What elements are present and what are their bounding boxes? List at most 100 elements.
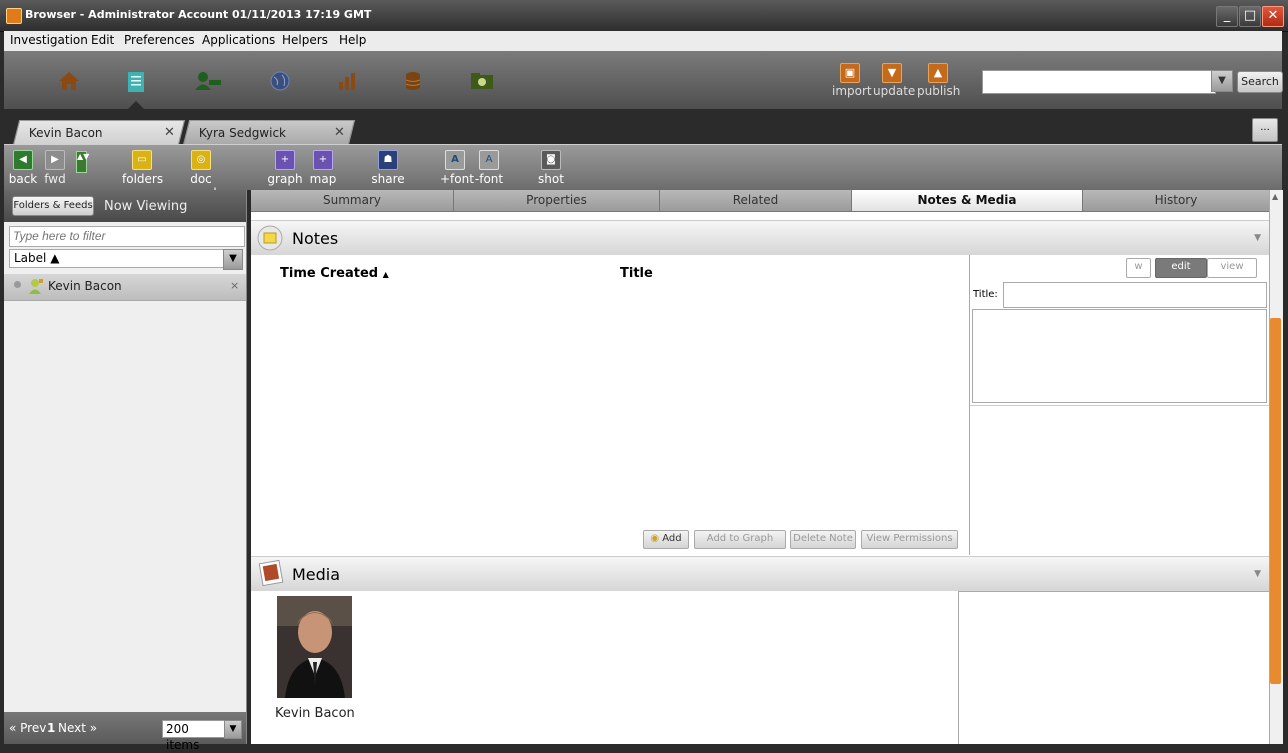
map-label: map [309,172,337,186]
database-icon[interactable] [402,71,424,91]
media-section-header[interactable]: Media ▼ [251,556,1269,592]
list-item-label: Kevin Bacon [48,279,122,293]
page-size-dropdown-icon[interactable]: ▼ [224,720,242,739]
publish-icon: ▲ [928,63,948,83]
w-button[interactable]: w [1126,258,1151,278]
sort-select[interactable]: Label ▲ [9,249,228,268]
increase-font-button[interactable]: A +font [440,148,474,186]
maximize-button[interactable]: □ [1239,6,1261,27]
page-size-select[interactable]: 200 items [162,720,227,752]
globe-icon[interactable] [269,71,291,91]
folders-feeds-button[interactable]: Folders & Feeds [12,196,94,216]
back-arrow-icon: ◀ [13,150,33,170]
camera-icon: ◙ [541,150,561,170]
media-caption: Kevin Bacon [275,706,355,721]
media-gallery: Kevin Bacon [251,591,959,744]
search-icon: ◎ [191,150,211,170]
tab-summary[interactable]: Summary [251,190,454,211]
tab-label: Kyra Sedgwick [198,126,287,140]
update-icon: ▼ [882,63,902,83]
tab-overflow-button[interactable]: ... [1252,118,1278,142]
graph-button[interactable]: + graph [267,148,303,186]
notes-section-header[interactable]: Notes ▼ [251,220,1269,256]
delete-note-button[interactable]: Delete Note [790,530,856,549]
media-thumbnail[interactable] [277,596,352,698]
time-created-header[interactable]: Time Created ▲ [280,266,389,281]
title-bar: Browser - Administrator Account 01/11/20… [0,0,1288,32]
list-item[interactable]: Kevin Bacon × [4,274,246,301]
view-permissions-button[interactable]: View Permissions [861,530,958,549]
remove-item-icon[interactable]: × [230,279,239,292]
close-tab-icon[interactable]: ✕ [164,125,175,140]
publish-button[interactable]: ▲ publish [917,63,960,98]
menu-applications[interactable]: Applications [202,33,275,47]
tab-related[interactable]: Related [660,190,852,211]
folders-label: folders [122,172,164,186]
forward-button[interactable]: ▶ fwd [42,148,68,186]
next-page-link[interactable]: Next » [58,721,97,735]
share-button[interactable]: ☗ share [368,148,408,186]
prev-page-link[interactable]: « Prev [9,721,46,735]
minimize-button[interactable]: _ [1216,6,1238,27]
note-title-input[interactable] [1003,282,1267,308]
close-tab-icon[interactable]: ✕ [334,125,345,140]
left-panel: Folders & Feeds Now Viewing Label ▲ ▼ Ke… [4,190,247,752]
update-button[interactable]: ▼ update [873,63,915,98]
tab-history[interactable]: History [1083,190,1270,211]
search-button[interactable]: Search [1237,71,1283,93]
view-mode-button[interactable]: view [1207,258,1257,278]
search-dropdown[interactable]: ▼ [1211,70,1233,92]
screenshot-button[interactable]: ◙ shot [535,148,567,186]
app-icon [6,8,22,24]
back-button[interactable]: ◀ back [8,148,38,186]
graph-label: graph [267,172,303,186]
tab-properties[interactable]: Properties [454,190,660,211]
scroll-up-icon[interactable]: ▲ [1272,192,1278,201]
tab-notes-media[interactable]: Notes & Media [852,190,1083,211]
info-folder-icon[interactable] [469,71,495,91]
collapse-notes-icon[interactable]: ▼ [1254,233,1261,243]
note-body-textarea[interactable] [972,309,1267,403]
menu-edit[interactable]: Edit [91,33,114,47]
menu-investigation[interactable]: Investigation [10,33,88,47]
menu-help[interactable]: Help [339,33,366,47]
scrollbar-thumb[interactable] [1270,318,1281,684]
document-icon[interactable] [125,71,147,109]
filter-input[interactable] [9,226,245,247]
add-icon: ◉ [650,533,660,544]
person-icon[interactable] [194,71,222,91]
status-dot-icon [14,281,21,288]
search-input[interactable] [982,70,1216,94]
add-note-button[interactable]: ◉ Add [643,530,689,549]
document-tab-row: Kevin Bacon ✕ Kyra Sedgwick ✕ [4,109,1282,145]
share-icon: ☗ [378,150,398,170]
media-icon [258,560,284,586]
home-icon[interactable] [58,71,80,91]
map-button[interactable]: + map [307,148,339,186]
forward-label: fwd [44,172,66,186]
document-toolbar: ◀ back ▶ fwd ▲▼ ▭ folders ◎ doc search +… [4,144,1282,200]
update-label: update [873,84,916,98]
back-label: back [8,172,38,186]
sort-dropdown-icon[interactable]: ▼ [223,249,243,270]
edit-mode-button[interactable]: edit [1155,258,1207,278]
window-title: Browser - Administrator Account 01/11/20… [25,8,372,21]
font-plus-label: +font [440,172,474,186]
history-dropdown-icon[interactable]: ▲▼ [76,151,89,173]
close-button[interactable]: ✕ [1262,6,1284,27]
collapse-media-icon[interactable]: ▼ [1254,569,1261,579]
import-button[interactable]: ▣ import [832,63,872,98]
detail-pane: Summary Properties Related Notes & Media… [251,190,1270,744]
title-header[interactable]: Title [620,266,653,281]
bar-chart-icon[interactable] [337,71,359,91]
notes-icon [257,225,283,251]
menu-preferences[interactable]: Preferences [124,33,195,47]
add-to-graph-button[interactable]: Add to Graph [694,530,786,549]
tab-kevin-bacon[interactable]: Kevin Bacon ✕ [12,120,186,145]
shot-label: shot [538,172,564,186]
tab-kyra-sedgwick[interactable]: Kyra Sedgwick ✕ [182,120,356,145]
folders-button[interactable]: ▭ folders [122,148,164,186]
decrease-font-button[interactable]: A -font [474,148,504,186]
font-minus-label: -font [474,172,504,186]
menu-helpers[interactable]: Helpers [282,33,328,47]
